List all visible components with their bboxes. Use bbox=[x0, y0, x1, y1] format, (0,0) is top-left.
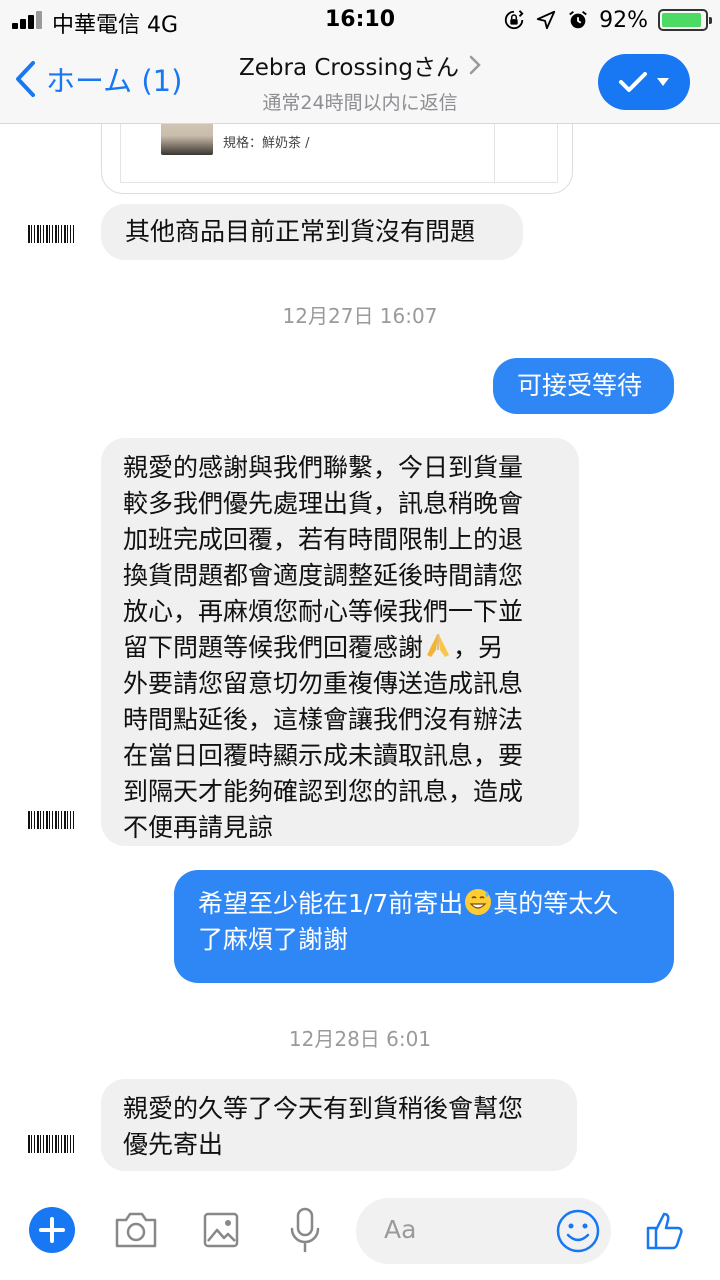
status-bar: 中華電信 4G 16:10 92% bbox=[0, 0, 720, 40]
message-list[interactable]: 規格：鮮奶茶 / 1 其他商品目前正常到貨沒有問題 12月27日 16:07 可… bbox=[0, 124, 720, 1180]
camera-icon bbox=[115, 1212, 157, 1248]
back-chevron-icon bbox=[16, 61, 35, 97]
product-thumbnail bbox=[161, 124, 213, 155]
timestamp: 12月27日 16:07 bbox=[282, 304, 438, 328]
message-bubble-incoming[interactable]: 親愛的久等了今天有到貨稍後會幫您 優先寄出 bbox=[101, 1079, 577, 1171]
message-bubble-incoming[interactable]: 其他商品目前正常到貨沒有問題 bbox=[101, 204, 523, 260]
add-button[interactable] bbox=[28, 1206, 76, 1254]
battery-percent: 92% bbox=[599, 7, 648, 33]
alarm-icon bbox=[569, 11, 587, 29]
checkmark-icon bbox=[619, 72, 647, 92]
avatar[interactable] bbox=[28, 811, 74, 829]
caret-down-icon bbox=[657, 78, 669, 86]
message-bubble-outgoing[interactable]: 可接受等待 bbox=[493, 358, 674, 414]
grinning-sweat-emoji bbox=[465, 889, 492, 915]
chevron-right-icon bbox=[469, 55, 481, 75]
avatar[interactable] bbox=[28, 1135, 74, 1153]
message-input-placeholder: Aa bbox=[384, 1215, 417, 1244]
message-bubble-incoming[interactable]: 親愛的感謝與我們聯繫，今日到貨量 較多我們優先處理出貨，訊息稍晚會 加班完成回覆… bbox=[101, 438, 579, 846]
product-card[interactable]: 規格：鮮奶茶 / 1 bbox=[101, 124, 573, 194]
voice-button[interactable] bbox=[284, 1206, 326, 1254]
like-button[interactable] bbox=[642, 1206, 690, 1254]
product-spec: 規格：鮮奶茶 / bbox=[223, 136, 310, 151]
back-label: ホーム (1) bbox=[46, 64, 183, 98]
camera-button[interactable] bbox=[112, 1206, 160, 1254]
mark-done-button[interactable] bbox=[598, 54, 690, 110]
microphone-icon bbox=[290, 1207, 320, 1253]
response-time: 通常24時間以内に返信 bbox=[262, 92, 458, 114]
contact-info[interactable]: Zebra Crossingさん 通常24時間以内に返信 bbox=[190, 48, 530, 115]
orientation-lock-icon bbox=[504, 10, 524, 30]
image-icon bbox=[203, 1212, 239, 1248]
praying-hands-emoji bbox=[427, 634, 450, 657]
smile-icon[interactable] bbox=[555, 1208, 601, 1254]
gallery-button[interactable] bbox=[198, 1206, 244, 1254]
back-button[interactable]: ホーム (1) bbox=[14, 56, 182, 102]
timestamp: 12月28日 6:01 bbox=[288, 1027, 432, 1051]
composer-bar: Aa bbox=[0, 1180, 720, 1280]
plus-icon bbox=[29, 1207, 75, 1253]
message-input[interactable]: Aa bbox=[356, 1198, 611, 1264]
location-icon bbox=[536, 10, 556, 30]
thumbs-up-icon bbox=[646, 1212, 683, 1250]
message-bubble-outgoing[interactable]: 希望至少能在1/7前寄出 真的等太久 了麻煩了謝謝 bbox=[174, 870, 674, 983]
avatar[interactable] bbox=[28, 225, 74, 243]
contact-name: Zebra Crossingさん bbox=[239, 55, 459, 81]
battery-icon bbox=[658, 9, 712, 31]
conversation-header: ホーム (1) Zebra Crossingさん 通常24時間以内に返信 bbox=[0, 40, 720, 124]
